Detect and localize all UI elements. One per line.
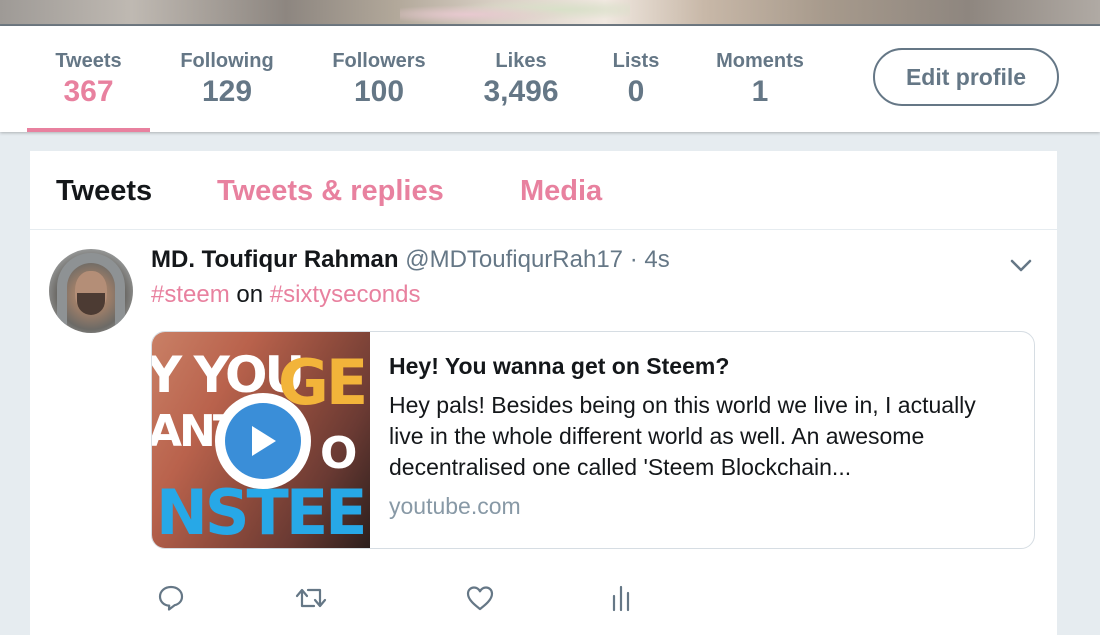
stat-likes[interactable]: Likes 3,496 [470, 26, 572, 132]
profile-nav: Tweets 367 Following 129 Followers 100 L… [0, 26, 1100, 132]
stat-value: 1 [751, 75, 769, 108]
card-description: Hey pals! Besides being on this world we… [389, 390, 1019, 483]
stat-value: 0 [627, 75, 645, 108]
stat-label: Following [180, 50, 274, 72]
play-icon[interactable] [215, 393, 311, 489]
header-separator: · [629, 246, 638, 273]
author-handle[interactable]: @MDToufiqurRah17 [405, 246, 623, 273]
stat-value: 3,496 [483, 75, 559, 108]
stat-label: Likes [495, 50, 547, 72]
stat-moments[interactable]: Moments 1 [705, 26, 815, 132]
tab-tweets[interactable]: Tweets [56, 175, 152, 208]
tweet-text: #steem on #sixtyseconds [151, 281, 421, 309]
like-icon[interactable] [460, 578, 500, 618]
tweet-header: MD. Toufiqur Rahman @MDToufiqurRah17 · 4… [151, 246, 670, 274]
card-title: Hey! You wanna get on Steem? [389, 353, 730, 379]
tweet-timestamp[interactable]: 4s [644, 246, 669, 273]
stat-lists[interactable]: Lists 0 [605, 26, 667, 132]
play-triangle-icon [252, 426, 276, 456]
play-icon-inner [225, 403, 301, 479]
thumbnail-text: O [320, 428, 357, 479]
card-domain: youtube.com [389, 493, 521, 519]
stat-tweets[interactable]: Tweets 367 [27, 26, 150, 132]
avatar[interactable] [49, 249, 133, 333]
link-card[interactable]: Y YOU ANT NSTEE GE O Hey! You wanna get … [151, 331, 1035, 549]
stat-label: Lists [612, 50, 660, 72]
timeline: Tweets Tweets & replies Media MD. Toufiq… [30, 151, 1057, 635]
tweet-text-connector: on [236, 281, 264, 308]
stat-followers[interactable]: Followers 100 [323, 26, 435, 132]
card-body: Hey! You wanna get on Steem? Hey pals! B… [389, 352, 1019, 520]
stat-value: 367 [63, 75, 114, 108]
card-description-line: Hey pals! Besides being on this world we… [389, 392, 976, 418]
stat-label: Followers [332, 50, 426, 72]
stat-label: Tweets [55, 50, 122, 72]
card-description-line: live in the whole different world as wel… [389, 423, 925, 449]
chevron-down-icon[interactable] [1008, 255, 1034, 275]
hashtag-link[interactable]: #steem [151, 281, 230, 308]
author-name[interactable]: MD. Toufiqur Rahman [151, 246, 399, 273]
thumbnail-text: NSTEE [156, 476, 368, 549]
tweet[interactable]: MD. Toufiqur Rahman @MDToufiqurRah17 · 4… [30, 230, 1057, 635]
video-thumbnail[interactable]: Y YOU ANT NSTEE GE O [152, 332, 370, 549]
stat-value: 129 [201, 75, 253, 108]
reply-icon[interactable] [151, 578, 191, 618]
tab-tweets-and-replies[interactable]: Tweets & replies [217, 175, 444, 208]
stat-label: Moments [716, 50, 804, 72]
header-banner-image [0, 0, 1100, 26]
hashtag-link[interactable]: #sixtyseconds [270, 281, 421, 308]
card-description-line: decentralised one called 'Steem Blockcha… [389, 454, 852, 480]
retweet-icon[interactable] [291, 578, 331, 618]
analytics-icon[interactable] [601, 578, 641, 618]
timeline-tabs: Tweets Tweets & replies Media [30, 151, 1057, 230]
stat-value: 100 [353, 75, 405, 108]
edit-profile-button[interactable]: Edit profile [873, 48, 1059, 106]
tab-media[interactable]: Media [520, 175, 602, 208]
stat-following[interactable]: Following 129 [170, 26, 284, 132]
